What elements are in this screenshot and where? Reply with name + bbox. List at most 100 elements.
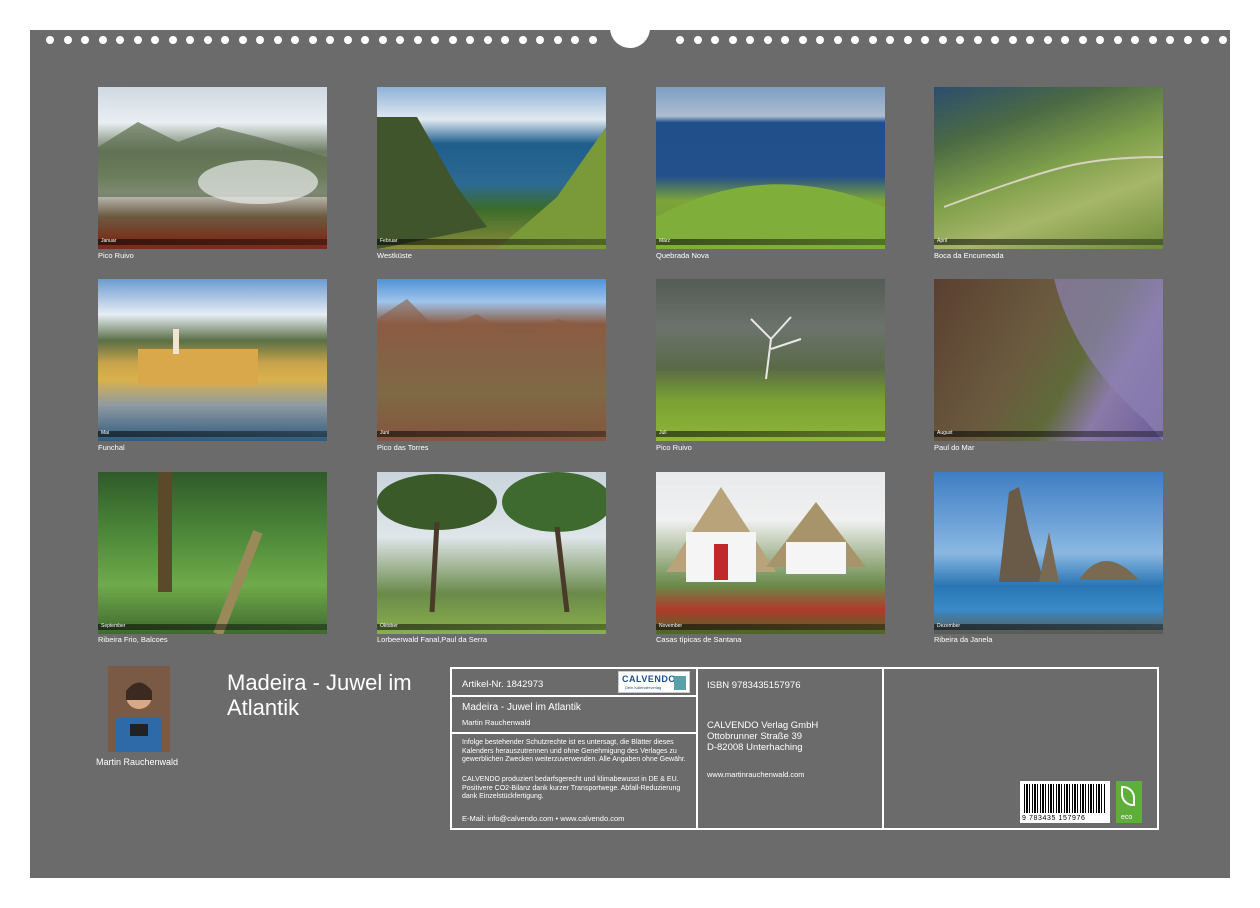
photo-1: Januar xyxy=(98,87,327,249)
binding-hole xyxy=(1201,36,1209,44)
month-strip: Januar xyxy=(98,238,327,245)
binding-hole xyxy=(186,36,194,44)
author-portrait xyxy=(108,666,170,752)
binding-hole xyxy=(571,36,579,44)
binding-hole xyxy=(676,36,684,44)
binding-hole xyxy=(816,36,824,44)
binding-hole xyxy=(501,36,509,44)
photo-11: November xyxy=(656,472,885,634)
photo-caption: Casas típicas de Santana xyxy=(656,635,742,644)
photo-7: Juli xyxy=(656,279,885,441)
legal-text: Infolge bestehender Schutzrechte ist es … xyxy=(462,739,686,763)
isbn: ISBN 9783435157976 xyxy=(707,680,801,691)
photo-caption: Funchal xyxy=(98,443,125,452)
binding-hole xyxy=(938,36,947,44)
contact-line: E-Mail: info@calvendo.com • www.calvendo… xyxy=(462,814,625,823)
cliff-shape xyxy=(377,117,606,249)
publisher-street: Ottobrunner Straße 39 xyxy=(707,731,803,742)
binding-hole xyxy=(903,36,912,44)
binding-hole xyxy=(308,36,317,44)
eco-badge: eco xyxy=(1116,781,1142,823)
photo-12: Dezember xyxy=(934,472,1163,634)
binding-hole xyxy=(781,36,789,44)
binding-hole xyxy=(361,36,369,44)
calendar-back-sheet: Januar Pico Ruivo Februar Westküste März… xyxy=(30,22,1230,878)
publisher-city: D-82008 Unterhaching xyxy=(707,742,803,753)
binding-hole xyxy=(868,36,877,44)
binding-hole xyxy=(168,36,177,44)
photo-6: Juni xyxy=(377,279,606,441)
photo-caption: Pico Ruivo xyxy=(98,251,134,260)
hanger-cutout xyxy=(610,22,650,48)
logo-mark-icon xyxy=(674,676,686,690)
binding-hole xyxy=(413,36,422,44)
info-title: Madeira - Juwel im Atlantik xyxy=(462,702,581,713)
logo-tag: Dein Kalenderverlag xyxy=(625,685,662,690)
photo-caption: Pico Ruivo xyxy=(656,443,692,452)
binding-hole xyxy=(1113,36,1122,44)
coast-shape xyxy=(1054,279,1163,441)
month-strip: März xyxy=(656,238,885,245)
barcode-bars xyxy=(1024,784,1106,813)
photo-caption: Boca da Encumeada xyxy=(934,251,1004,260)
binding-hole xyxy=(81,36,89,44)
binding-hole xyxy=(536,36,544,44)
photo-caption: Ribeira Frio, Balcoes xyxy=(98,635,168,644)
eco-label: eco xyxy=(1121,814,1133,821)
photo-caption: Quebrada Nova xyxy=(656,251,709,260)
binding-hole xyxy=(203,36,212,44)
binding-hole xyxy=(1078,36,1087,44)
info-author: Martin Rauchenwald xyxy=(462,718,531,727)
author-website: www.martinrauchenwald.com xyxy=(707,770,805,779)
photo-10: Oktober xyxy=(377,472,606,634)
forest-shape xyxy=(158,472,263,634)
photo-caption: Paul do Mar xyxy=(934,443,975,452)
photo-caption: Westküste xyxy=(377,251,412,260)
houses-shape xyxy=(666,487,866,582)
binding-hole xyxy=(378,36,387,44)
binding-hole xyxy=(833,36,842,44)
binding-hole xyxy=(746,36,754,44)
barcode-number: 9 783435 157976 xyxy=(1022,815,1086,822)
binding-hole xyxy=(291,36,299,44)
binding-hole xyxy=(483,36,492,44)
info-box: Artikel-Nr. 1842973 CALVENDO Dein Kalend… xyxy=(450,667,1159,830)
binding-hole xyxy=(326,36,334,44)
binding-hole xyxy=(256,36,264,44)
binding-hole xyxy=(693,36,702,44)
binding-hole xyxy=(98,36,107,44)
binding-hole xyxy=(1043,36,1052,44)
ridge-shape xyxy=(656,184,885,249)
mountain-shape xyxy=(98,122,327,204)
binding-hole xyxy=(728,36,737,44)
month-strip: Mai xyxy=(98,430,327,437)
photo-9: September xyxy=(98,472,327,634)
binding-hole xyxy=(151,36,159,44)
binding-hole xyxy=(1166,36,1174,44)
binding-hole xyxy=(273,36,282,44)
binding-hole xyxy=(921,36,929,44)
article-number: Artikel-Nr. 1842973 xyxy=(462,679,544,690)
binding-hole xyxy=(1008,36,1017,44)
month-strip: September xyxy=(98,623,327,630)
publisher-name: CALVENDO Verlag GmbH xyxy=(707,720,819,731)
binding-hole xyxy=(431,36,439,44)
calendar-title: Madeira - Juwel im Atlantik xyxy=(227,670,412,720)
binding-hole xyxy=(588,36,597,44)
month-strip: Dezember xyxy=(934,623,1163,630)
barcode: 9 783435 157976 xyxy=(1020,781,1110,823)
binding-hole xyxy=(343,36,352,44)
road-shape xyxy=(943,156,1163,208)
photo-3: März xyxy=(656,87,885,249)
binding-hole xyxy=(763,36,772,44)
leaf-icon xyxy=(1121,786,1135,806)
author-name: Martin Rauchenwald xyxy=(96,757,179,767)
binding-hole xyxy=(466,36,474,44)
month-strip: Juli xyxy=(656,430,885,437)
binding-hole xyxy=(396,36,404,44)
binding-hole xyxy=(553,36,562,44)
binding-hole xyxy=(1183,36,1192,44)
binding-hole xyxy=(63,36,72,44)
month-strip: August xyxy=(934,430,1163,437)
photo-caption: Pico das Torres xyxy=(377,443,429,452)
